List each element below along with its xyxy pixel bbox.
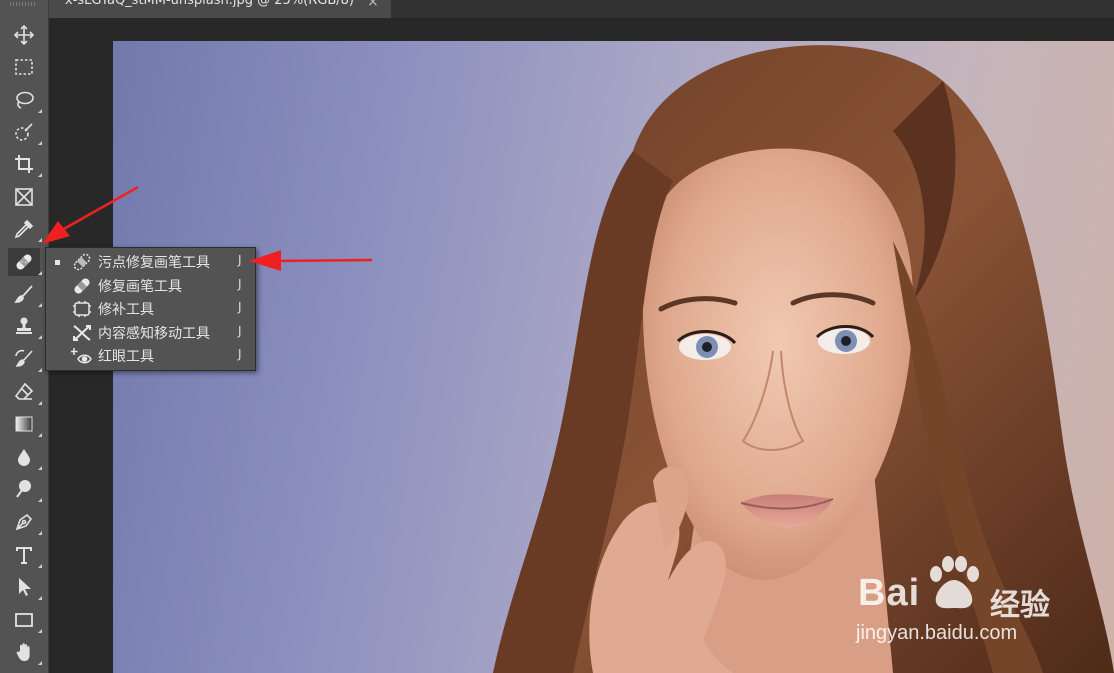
flyout-item-healing-brush[interactable]: 修复画笔工具 J — [46, 275, 255, 297]
history-brush-tool[interactable] — [8, 345, 42, 373]
spot-healing-icon — [73, 253, 91, 271]
eraser-icon — [14, 382, 34, 400]
flyout-item-label: 污点修复画笔工具 — [98, 255, 210, 271]
watermark-brand-suffix: 经验 — [990, 588, 1050, 623]
tools-panel — [0, 0, 49, 673]
panel-grip[interactable] — [10, 2, 36, 6]
marquee-tool[interactable] — [8, 53, 40, 81]
drop-icon — [18, 449, 30, 466]
flyout-item-content-aware-move[interactable]: 内容感知移动工具 J — [46, 322, 255, 344]
baidu-watermark: Bai 经验 jingyan.baidu.com — [850, 550, 1090, 650]
frame-tool[interactable] — [8, 183, 40, 211]
crop-tool[interactable] — [8, 150, 42, 178]
paw-logo-icon — [930, 556, 979, 609]
clone-stamp-tool[interactable] — [8, 312, 42, 340]
brush-icon — [14, 285, 33, 303]
move-icon — [13, 24, 35, 46]
type-tool[interactable] — [8, 541, 42, 569]
dodge-icon — [16, 480, 31, 498]
crop-icon — [15, 155, 33, 173]
red-eye-icon — [71, 348, 92, 364]
brush-tool[interactable] — [8, 280, 42, 308]
bandage-icon — [16, 254, 32, 270]
gradient-tool[interactable] — [8, 410, 42, 438]
shortcut-key: J — [238, 347, 242, 361]
flyout-item-patch[interactable]: 修补工具 J — [46, 298, 255, 320]
quick-selection-icon — [15, 123, 33, 141]
watermark-url: jingyan.baidu.com — [856, 622, 1018, 644]
eyedropper-tool[interactable] — [8, 215, 42, 243]
pen-icon — [15, 513, 33, 531]
close-icon[interactable]: × — [367, 0, 379, 9]
pen-tool[interactable] — [8, 508, 42, 536]
quick-selection-tool[interactable] — [8, 118, 42, 146]
gradient-icon — [15, 416, 33, 432]
healing-brush-tool[interactable] — [8, 248, 42, 276]
lasso-tool[interactable] — [8, 86, 42, 114]
frame-icon — [15, 188, 33, 206]
document-tab[interactable]: x-sLGYaQ_stMM-unsplash.jpg @ 25%(RGB/8) … — [49, 0, 391, 18]
flyout-item-red-eye[interactable]: 红眼工具 J — [46, 345, 255, 367]
shortcut-key: J — [238, 324, 242, 338]
hand-tool[interactable] — [8, 638, 42, 666]
type-icon — [16, 547, 32, 564]
patch-icon — [73, 301, 91, 317]
move-tool[interactable] — [8, 21, 40, 49]
eyedropper-icon — [14, 219, 34, 239]
document-tab-title: x-sLGYaQ_stMM-unsplash.jpg @ 25%(RGB/8) — [65, 0, 354, 8]
flyout-item-label: 内容感知移动工具 — [98, 326, 210, 342]
healing-brush-icon — [74, 278, 90, 294]
rectangle-tool[interactable] — [8, 606, 42, 634]
blur-tool[interactable] — [8, 443, 42, 471]
shortcut-key: J — [238, 253, 242, 267]
rect-marquee-icon — [15, 59, 33, 75]
eraser-tool[interactable] — [8, 378, 42, 406]
shortcut-key: J — [238, 300, 242, 314]
selected-indicator — [55, 260, 60, 265]
arrow-icon — [19, 578, 31, 596]
document-tab-bar: x-sLGYaQ_stMM-unsplash.jpg @ 25%(RGB/8) … — [49, 0, 1114, 18]
hand-icon — [16, 643, 30, 661]
healing-tools-flyout-menu: 污点修复画笔工具 J 修复画笔工具 J 修补工具 J 内容感知移动工具 J 红眼… — [45, 247, 256, 371]
stamp-icon — [16, 317, 32, 334]
dodge-tool[interactable] — [8, 475, 42, 503]
flyout-item-spot-healing-brush[interactable]: 污点修复画笔工具 J — [46, 251, 255, 273]
flyout-item-label: 红眼工具 — [98, 349, 154, 365]
flyout-item-label: 修补工具 — [98, 302, 154, 318]
shortcut-key: J — [238, 277, 242, 291]
lasso-icon — [16, 91, 34, 109]
path-selection-tool[interactable] — [8, 573, 42, 601]
rectangle-icon — [15, 613, 33, 627]
content-aware-move-icon — [73, 325, 91, 341]
history-brush-icon — [15, 349, 33, 367]
watermark-brand: Bai — [858, 572, 921, 614]
flyout-item-label: 修复画笔工具 — [98, 279, 182, 295]
